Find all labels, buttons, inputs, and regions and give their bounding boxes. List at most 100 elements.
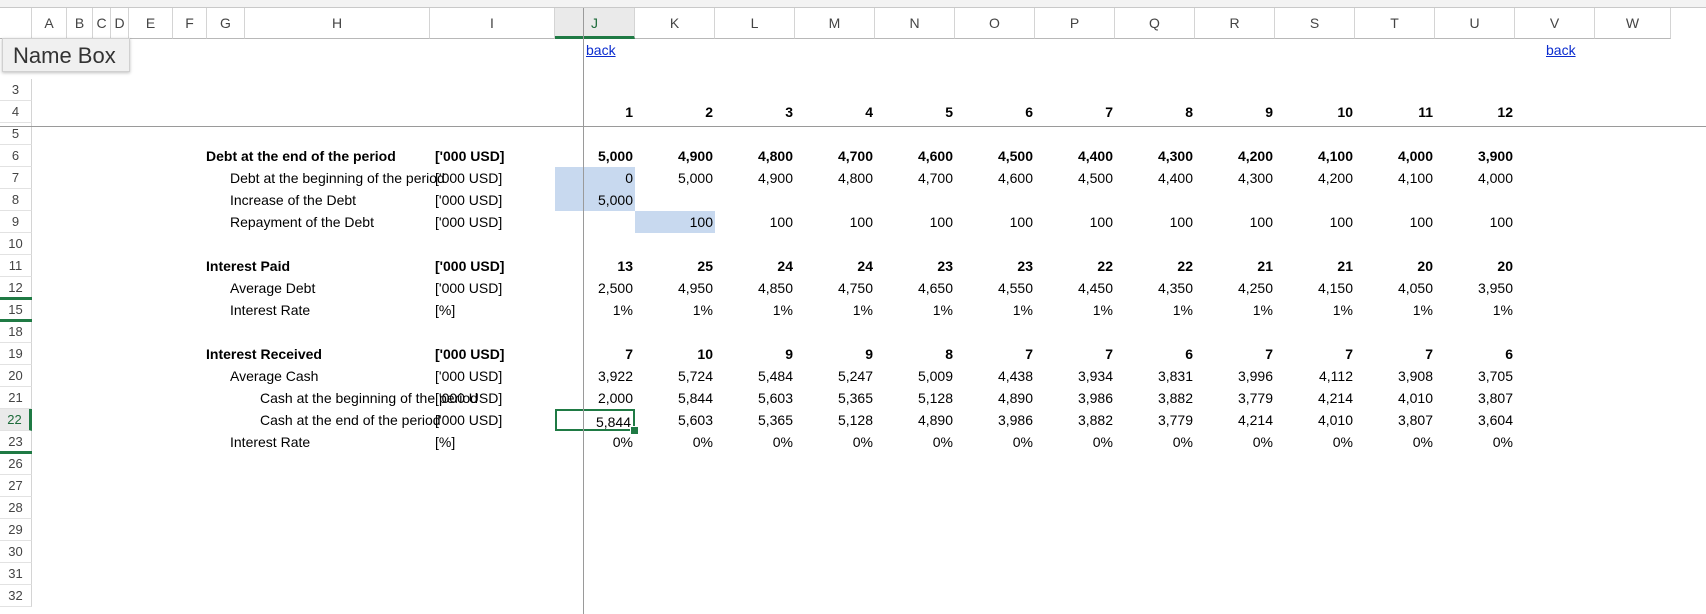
column-header-f[interactable]: F [173,8,207,39]
value-cell[interactable] [1355,189,1435,211]
unit-label[interactable]: ['000 USD] [435,387,555,409]
column-header-u[interactable]: U [1435,8,1515,39]
value-cell[interactable]: 3,705 [1435,365,1515,387]
value-cell[interactable]: 100 [635,211,715,233]
value-cell[interactable] [1435,189,1515,211]
period-header-7[interactable]: 7 [1035,101,1115,123]
value-cell[interactable]: 1% [1035,299,1115,321]
column-header-a[interactable]: A [32,8,67,39]
value-cell[interactable]: 0% [795,431,875,453]
value-cell[interactable]: 4,600 [955,167,1035,189]
row-header-6[interactable]: 6 [0,145,32,167]
value-cell[interactable]: 4,750 [795,277,875,299]
unit-label[interactable]: ['000 USD] [435,409,555,431]
value-cell[interactable]: 4,214 [1275,387,1355,409]
column-header-d[interactable]: D [111,8,129,39]
value-cell[interactable]: 3,831 [1115,365,1195,387]
value-cell[interactable]: 5,603 [715,387,795,409]
value-cell[interactable] [1195,189,1275,211]
value-cell[interactable]: 22 [1115,255,1195,277]
value-cell[interactable]: 4,400 [1035,145,1115,167]
row-header-22[interactable]: 22 [0,409,32,431]
value-cell[interactable]: 1% [955,299,1035,321]
value-cell[interactable]: 5,000 [555,189,635,211]
column-header-n[interactable]: N [875,8,955,39]
hidden-rows-marker[interactable] [0,319,32,322]
value-cell[interactable]: 20 [1355,255,1435,277]
unit-label[interactable]: ['000 USD] [435,145,555,167]
period-header-8[interactable]: 8 [1115,101,1195,123]
value-cell[interactable]: 0% [1035,431,1115,453]
row-header-26[interactable]: 26 [0,453,32,475]
value-cell[interactable]: 3,986 [955,409,1035,431]
value-cell[interactable]: 4,010 [1355,387,1435,409]
value-cell[interactable]: 4,438 [955,365,1035,387]
value-cell[interactable]: 7 [555,343,635,365]
value-cell[interactable]: 0% [1355,431,1435,453]
row-header-20[interactable]: 20 [0,365,32,387]
value-cell[interactable]: 3,900 [1435,145,1515,167]
value-cell[interactable] [875,189,955,211]
value-cell[interactable]: 5,009 [875,365,955,387]
column-header-q[interactable]: Q [1115,8,1195,39]
value-cell[interactable]: 3,986 [1035,387,1115,409]
value-cell[interactable]: 100 [955,211,1035,233]
value-cell[interactable]: 4,000 [1355,145,1435,167]
value-cell[interactable]: 13 [555,255,635,277]
column-header-j[interactable]: J [555,8,635,39]
column-header-h[interactable]: H [245,8,430,39]
unit-label[interactable]: [%] [435,431,555,453]
value-cell[interactable]: 4,200 [1195,145,1275,167]
value-cell[interactable]: 4,600 [875,145,955,167]
value-cell[interactable]: 0% [1275,431,1355,453]
value-cell[interactable]: 5,365 [795,387,875,409]
value-cell[interactable]: 7 [1355,343,1435,365]
period-header-12[interactable]: 12 [1435,101,1515,123]
value-cell[interactable]: 1% [715,299,795,321]
value-cell[interactable]: 0 [555,167,635,189]
value-cell[interactable] [555,211,635,233]
value-cell[interactable]: 5,000 [555,145,635,167]
value-cell[interactable]: 0% [1115,431,1195,453]
unit-label[interactable]: [%] [435,299,555,321]
value-cell[interactable]: 3,779 [1115,409,1195,431]
value-cell[interactable]: 1% [875,299,955,321]
value-cell[interactable]: 1% [1275,299,1355,321]
value-cell[interactable]: 3,996 [1195,365,1275,387]
value-cell[interactable]: 21 [1195,255,1275,277]
value-cell[interactable]: 4,550 [955,277,1035,299]
row-header-19[interactable]: 19 [0,343,32,365]
value-cell[interactable]: 3,934 [1035,365,1115,387]
value-cell[interactable]: 1% [1115,299,1195,321]
value-cell[interactable]: 1% [1195,299,1275,321]
column-header-i[interactable]: I [430,8,555,39]
value-cell[interactable]: 4,890 [955,387,1035,409]
back-link-right[interactable]: back [1546,40,1576,60]
value-cell[interactable]: 4,500 [1035,167,1115,189]
fill-handle[interactable] [630,426,639,435]
row-header-4[interactable]: 4 [0,101,32,123]
value-cell[interactable]: 4,850 [715,277,795,299]
value-cell[interactable] [795,189,875,211]
value-cell[interactable]: 100 [1275,211,1355,233]
unit-label[interactable]: ['000 USD] [435,277,555,299]
value-cell[interactable]: 3,604 [1435,409,1515,431]
value-cell[interactable]: 0% [1195,431,1275,453]
row-header-10[interactable]: 10 [0,233,32,255]
value-cell[interactable]: 100 [875,211,955,233]
value-cell[interactable] [955,189,1035,211]
value-cell[interactable]: 5,724 [635,365,715,387]
value-cell[interactable]: 3,779 [1195,387,1275,409]
row-header-21[interactable]: 21 [0,387,32,409]
value-cell[interactable]: 4,010 [1275,409,1355,431]
value-cell[interactable]: 0% [715,431,795,453]
value-cell[interactable]: 5,128 [795,409,875,431]
value-cell[interactable]: 21 [1275,255,1355,277]
value-cell[interactable]: 3,807 [1435,387,1515,409]
value-cell[interactable] [1115,189,1195,211]
value-cell[interactable]: 0% [555,431,635,453]
row-header-18[interactable]: 18 [0,321,32,343]
value-cell[interactable]: 4,700 [875,167,955,189]
column-header-o[interactable]: O [955,8,1035,39]
value-cell[interactable]: 5,844 [635,387,715,409]
